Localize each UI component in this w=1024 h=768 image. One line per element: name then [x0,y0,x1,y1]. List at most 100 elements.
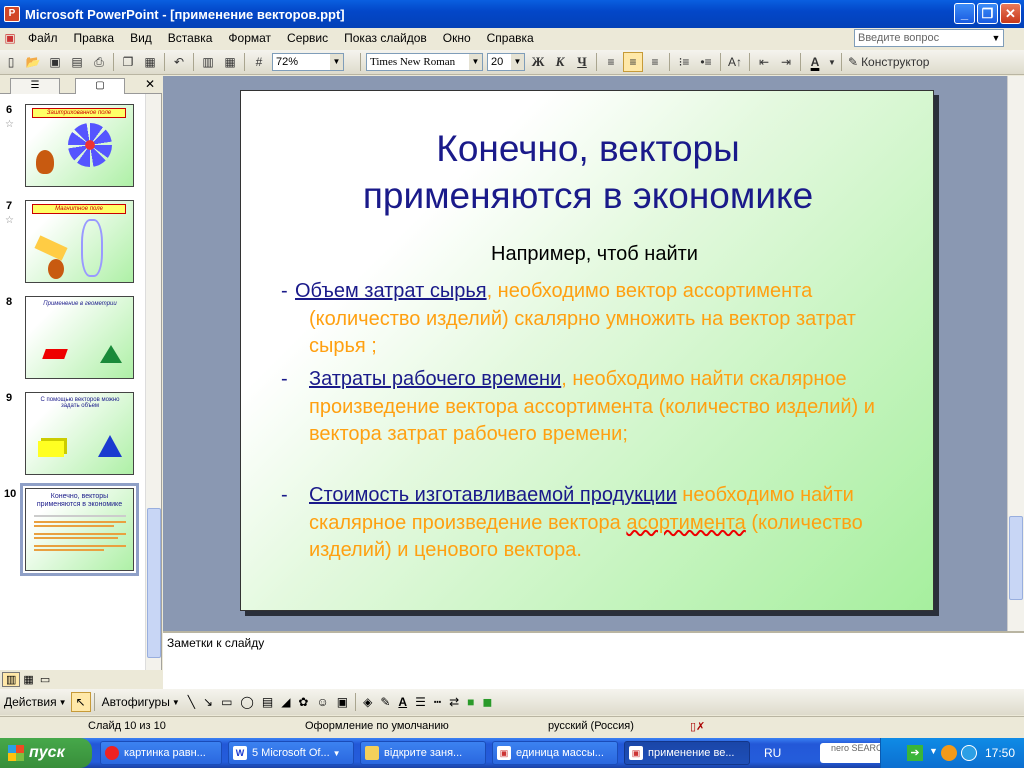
spelling-icon[interactable]: ▯✗ [690,720,705,733]
italic-button[interactable]: К [550,52,570,72]
slide-scrollbar[interactable] [1008,76,1024,631]
dash-style-icon[interactable]: ┅ [430,692,445,712]
clipart-icon[interactable]: ☺ [312,692,332,712]
raw-materials-link[interactable]: Объем затрат сырья [295,280,487,302]
bullets-icon[interactable]: •≡ [696,52,716,72]
normal-view-icon[interactable]: ▥ [2,672,21,687]
start-button[interactable]: пуск [0,738,92,768]
chevron-down-icon[interactable]: ▼ [469,54,482,70]
bold-button[interactable]: Ж [528,52,548,72]
align-center-icon[interactable]: ≡ [623,52,643,72]
3d-icon[interactable]: ◼ [478,692,496,712]
undo-icon[interactable]: ↶ [169,52,189,72]
powerpoint-icon[interactable]: P [4,6,20,22]
tray-app-icon[interactable] [941,745,957,761]
minimize-button[interactable]: _ [954,3,975,24]
align-right-icon[interactable]: ≡ [645,52,665,72]
menu-edit[interactable]: Правка [66,28,123,48]
numbering-icon[interactable]: ⁝≡ [674,52,694,72]
autoshapes-menu[interactable]: Автофигуры ▼ [98,692,184,712]
insert-chart-icon[interactable]: ▥ [198,52,218,72]
underline-button[interactable]: Ч [572,52,592,72]
line-color-icon[interactable]: ✎ [376,692,394,712]
maximize-button[interactable]: ❐ [977,3,998,24]
chevron-down-icon[interactable]: ▼ [989,30,1003,46]
task-folder[interactable]: відкрите заня... [360,741,486,765]
document-icon[interactable]: ▣ [0,31,20,45]
language-indicator[interactable]: RU [764,746,781,760]
chevron-down-icon[interactable]: ▼ [330,54,343,70]
tab-outline[interactable]: ☰ [10,78,60,94]
rectangle-icon[interactable]: ▭ [217,692,236,712]
slide-thumbnail-6[interactable]: Заштрихованное поле [25,104,134,187]
menu-help[interactable]: Справка [479,28,542,48]
slide-thumbnail-8[interactable]: Применение в геометрии [25,296,134,379]
chevron-down-icon[interactable]: ▼ [511,54,524,70]
diagram-icon[interactable]: ✿ [294,692,312,712]
open-icon[interactable]: 📂 [23,52,43,72]
copy-icon[interactable]: ❐ [118,52,138,72]
scrollbar-thumb[interactable] [147,508,161,658]
thumbnail-scrollbar[interactable] [145,94,161,670]
slide-title[interactable]: Конечно, векторы применяются в экономике [271,125,905,219]
working-time-link[interactable]: Затраты рабочего времени [309,368,561,390]
slide-intro[interactable]: Например, чтоб найти [491,243,698,266]
designer-button[interactable]: ✎ Конструктор [846,52,931,72]
notes-pane[interactable]: Заметки к слайду [163,631,1024,689]
product-cost-link[interactable]: Стоимость изготавливаемой продукции [309,484,677,506]
menu-window[interactable]: Окно [435,28,479,48]
grid-icon[interactable]: # [249,52,269,72]
tab-slides[interactable]: ▢ [75,78,125,94]
misspelled-word[interactable]: асортимента [626,512,745,534]
task-document[interactable]: ▣ единица массы... [492,741,618,765]
menu-insert[interactable]: Вставка [160,28,221,48]
task-powerpoint[interactable]: ▣ применение ве... [624,741,750,765]
print-icon[interactable]: ⎙ [89,52,109,72]
slideshow-view-icon[interactable]: ▭ [37,673,53,686]
select-cursor-icon[interactable]: ↖ [70,692,91,712]
font-color-icon[interactable]: A [805,52,825,72]
zoom-select[interactable]: 72% ▼ [272,53,344,71]
slide-thumbnail-7[interactable]: Магнитное поле [25,200,134,283]
bullet-paragraph-3[interactable]: - Стоимость изготавливаемой продукции не… [281,482,901,565]
increase-indent-icon[interactable]: ⇥ [776,52,796,72]
decrease-indent-icon[interactable]: ⇤ [754,52,774,72]
task-word[interactable]: W 5 Microsoft Of... ▼ [228,741,354,765]
increase-font-icon[interactable]: A↑ [725,52,745,72]
slide-thumbnail-10[interactable]: Конечно, векторы применяются в экономике [20,483,139,576]
text-color-icon[interactable]: A [394,692,411,712]
shadow-icon[interactable]: ■ [463,692,478,712]
line-icon[interactable]: ╲ [184,692,199,712]
permission-icon[interactable]: ▤ [67,52,87,72]
slide-thumbnail-9[interactable]: С помощью векторов можно задать объем [25,392,134,475]
oval-icon[interactable]: ◯ [236,692,257,712]
close-icon[interactable]: ✕ [145,77,155,91]
arrow-icon[interactable]: ↘ [199,692,217,712]
font-size-select[interactable]: 20 ▼ [487,53,525,71]
new-icon[interactable]: ▯ [1,52,21,72]
menu-tools[interactable]: Сервис [279,28,336,48]
menu-view[interactable]: Вид [122,28,160,48]
slide-canvas[interactable]: Конечно, векторы применяются в экономике… [240,90,934,611]
fill-color-icon[interactable]: ◈ [359,692,376,712]
scrollbar-thumb[interactable] [1009,516,1023,600]
actions-menu[interactable]: Действия ▼ [0,692,71,712]
menu-file[interactable]: Файл [20,28,66,48]
menu-slideshow[interactable]: Показ слайдов [336,28,435,48]
help-search-input[interactable]: Введите вопрос ▼ [854,29,1004,47]
textbox-icon[interactable]: ▤ [258,692,277,712]
menu-format[interactable]: Формат [220,28,279,48]
sorter-view-icon[interactable]: ▦ [20,673,36,686]
bullet-paragraph-1[interactable]: - Объем затрат сырья, необходимо вектор … [281,278,901,361]
save-icon[interactable]: ▣ [45,52,65,72]
chevron-down-icon[interactable]: ▼ [827,52,837,72]
tray-network-icon[interactable] [961,745,977,761]
paste-icon[interactable]: ▦ [140,52,160,72]
font-select[interactable]: Times New Roman ▼ [366,53,483,71]
picture-icon[interactable]: ▣ [333,692,352,712]
go-arrow-icon[interactable]: ➔ [907,745,923,761]
align-left-icon[interactable]: ≡ [601,52,621,72]
close-button[interactable]: ✕ [1000,3,1021,24]
bullet-paragraph-2[interactable]: - Затраты рабочего времени, необходимо н… [281,366,901,449]
wordart-icon[interactable]: ◢ [277,692,294,712]
